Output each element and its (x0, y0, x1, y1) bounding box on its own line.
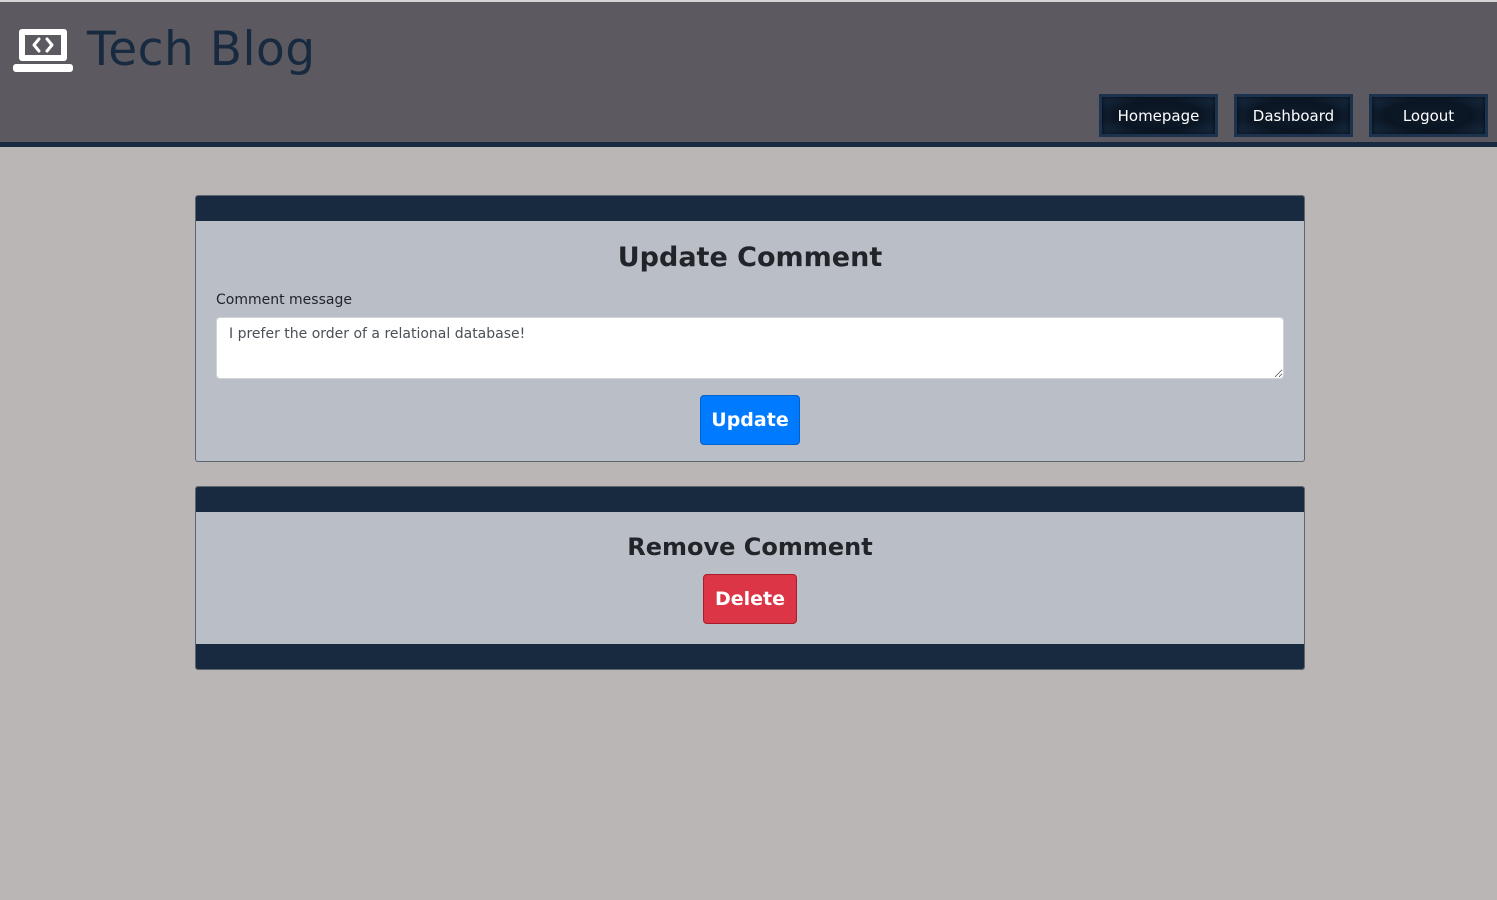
card-header-bar (196, 487, 1304, 512)
nav-homepage-button[interactable]: Homepage (1099, 94, 1218, 137)
card-header-bar (196, 196, 1304, 221)
nav-dashboard-button[interactable]: Dashboard (1234, 94, 1353, 137)
delete-button-row: Delete (196, 561, 1304, 624)
brand-link[interactable]: Tech Blog (13, 24, 316, 76)
update-comment-card: Update Comment Comment message I prefer … (195, 195, 1305, 462)
nav-logout-button[interactable]: Logout (1369, 94, 1488, 137)
remove-comment-card: Remove Comment Delete (195, 486, 1305, 670)
main-nav: Homepage Dashboard Logout (1099, 94, 1488, 137)
card-footer-bar (196, 644, 1304, 669)
update-comment-title: Update Comment (617, 242, 883, 273)
update-button[interactable]: Update (700, 395, 800, 445)
comment-message-input[interactable]: I prefer the order of a relational datab… (216, 317, 1284, 379)
update-button-row: Update (196, 379, 1304, 445)
site-title: Tech Blog (87, 22, 316, 77)
site-header: Tech Blog Homepage Dashboard Logout (0, 0, 1497, 147)
delete-button[interactable]: Delete (703, 574, 797, 624)
remove-comment-title: Remove Comment (627, 533, 873, 561)
laptop-code-icon (13, 29, 73, 72)
comment-message-label: Comment message (216, 292, 352, 308)
